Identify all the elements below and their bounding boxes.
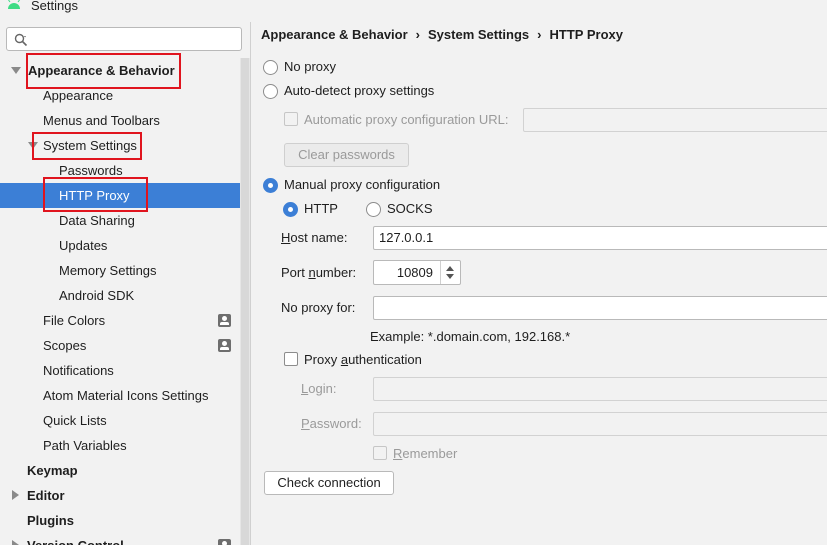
project-level-icon [218,314,231,327]
tree-item-label: Version Control [27,533,124,545]
collapse-arrow-icon[interactable] [12,490,19,500]
port-number-spinner[interactable]: 10809 [373,260,461,285]
auto-config-url-label: Automatic proxy configuration URL: [304,112,509,127]
tree-item-label: Editor [27,488,65,503]
http-label[interactable]: HTTP [304,201,338,216]
expand-arrow-icon[interactable] [11,67,21,74]
auto-config-url-field[interactable] [523,108,827,132]
auto-config-url-checkbox[interactable] [284,112,298,126]
tree-item-http-proxy[interactable]: HTTP Proxy [0,183,240,208]
tree-item-label: Plugins [27,513,74,528]
socks-label[interactable]: SOCKS [387,201,433,216]
breadcrumb-separator: › [415,27,421,42]
login-field[interactable] [373,377,827,401]
port-number-label: Port number: [281,265,357,280]
remember-label: Remember [393,446,458,461]
tree-item-label: Passwords [59,163,123,178]
tree-item-label: Keymap [27,463,78,478]
breadcrumb-separator: › [537,27,542,42]
tree-item-label: Menus and Toolbars [43,113,160,128]
tree-item-label: File Colors [43,313,106,328]
tree-item-notifications[interactable]: Notifications [0,358,240,383]
check-connection-button[interactable]: Check connection [264,471,394,495]
tree-item-version-control[interactable]: Version Control [0,533,240,545]
tree-item-updates[interactable]: Updates [0,233,240,258]
search-icon [14,33,28,47]
expand-arrow-icon[interactable] [28,142,38,149]
tree-item-label: Notifications [43,363,114,378]
http-proxy-panel: Appearance & Behavior › System Settings › HT… [251,22,827,545]
tree-item-data-sharing[interactable]: Data Sharing [0,208,240,233]
tree-item-label: Data Sharing [59,213,135,228]
project-level-icon [218,539,231,545]
tree-item-quick-lists[interactable]: Quick Lists [0,408,240,433]
title-bar: Settings [0,0,827,22]
breadcrumb-item: System Settings [428,27,530,42]
no-proxy-label[interactable]: No proxy [284,59,336,74]
spinner-up-icon[interactable] [446,266,454,271]
settings-sidebar: Appearance & Behavior Appearance Menus a… [0,22,250,545]
breadcrumb-item: HTTP Proxy [549,27,623,42]
spinner-arrows[interactable] [440,261,460,284]
tree-item-memory-settings[interactable]: Memory Settings [0,258,240,283]
search-input[interactable] [33,30,233,48]
host-name-field[interactable]: 127.0.0.1 [373,226,827,250]
tree-item-menus-toolbars[interactable]: Menus and Toolbars [0,108,240,133]
tree-item-system-settings[interactable]: System Settings [0,133,240,158]
no-proxy-for-field[interactable] [373,296,827,320]
collapse-arrow-icon[interactable] [12,540,19,545]
host-name-label: Host name: [281,230,348,245]
tree-item-keymap[interactable]: Keymap [0,458,240,483]
manual-proxy-radio[interactable] [263,178,278,193]
tree-item-appearance-behavior[interactable]: Appearance & Behavior [0,58,240,83]
auto-detect-label[interactable]: Auto-detect proxy settings [284,83,434,98]
tree-item-file-colors[interactable]: File Colors [0,308,240,333]
clear-passwords-button[interactable]: Clear passwords [284,143,409,167]
tree-item-label: Appearance [43,88,114,103]
tree-item-label: Atom Material Icons Settings [43,388,209,403]
tree-item-atom-icons[interactable]: Atom Material Icons Settings [0,383,240,408]
proxy-auth-checkbox[interactable] [284,352,298,366]
password-label: Password: [301,416,362,431]
tree-item-android-sdk[interactable]: Android SDK [0,283,240,308]
tree-item-label: Scopes [43,338,87,353]
proxy-auth-label[interactable]: Proxy authentication [304,352,422,367]
tree-item-passwords[interactable]: Passwords [0,158,240,183]
spinner-down-icon[interactable] [446,274,454,279]
tree-item-label: Android SDK [59,288,135,303]
window-title: Settings [31,0,78,13]
sidebar-scrollbar-thumb[interactable] [241,58,249,545]
tree-item-label: System Settings [43,138,137,153]
tree-item-scopes[interactable]: Scopes [0,333,240,358]
tree-item-label: Memory Settings [59,263,157,278]
tree-item-label: HTTP Proxy [59,188,130,203]
no-proxy-example-hint: Example: *.domain.com, 192.168.* [370,329,571,344]
tree-item-label: Path Variables [43,438,127,453]
manual-proxy-label[interactable]: Manual proxy configuration [284,177,440,192]
remember-checkbox[interactable] [373,446,387,460]
breadcrumb: Appearance & Behavior › System Settings › HT… [261,27,623,42]
project-level-icon [218,339,231,352]
no-proxy-radio[interactable] [263,60,278,75]
socks-radio[interactable] [366,202,381,217]
tree-item-path-variables[interactable]: Path Variables [0,433,240,458]
settings-search[interactable] [6,27,242,51]
breadcrumb-item: Appearance & Behavior [261,27,408,42]
tree-item-label: Quick Lists [43,413,107,428]
tree-item-label: Updates [59,238,108,253]
password-field[interactable] [373,412,827,436]
port-number-value: 10809 [396,265,433,280]
tree-item-plugins[interactable]: Plugins [0,508,240,533]
tree-item-editor[interactable]: Editor [0,483,240,508]
no-proxy-for-label: No proxy for: [281,300,356,315]
http-radio[interactable] [283,202,298,217]
tree-item-label: Appearance & Behavior [28,63,175,78]
tree-item-appearance[interactable]: Appearance [0,83,240,108]
android-icon [8,0,20,9]
login-label: Login: [301,381,337,396]
auto-detect-radio[interactable] [263,84,278,99]
